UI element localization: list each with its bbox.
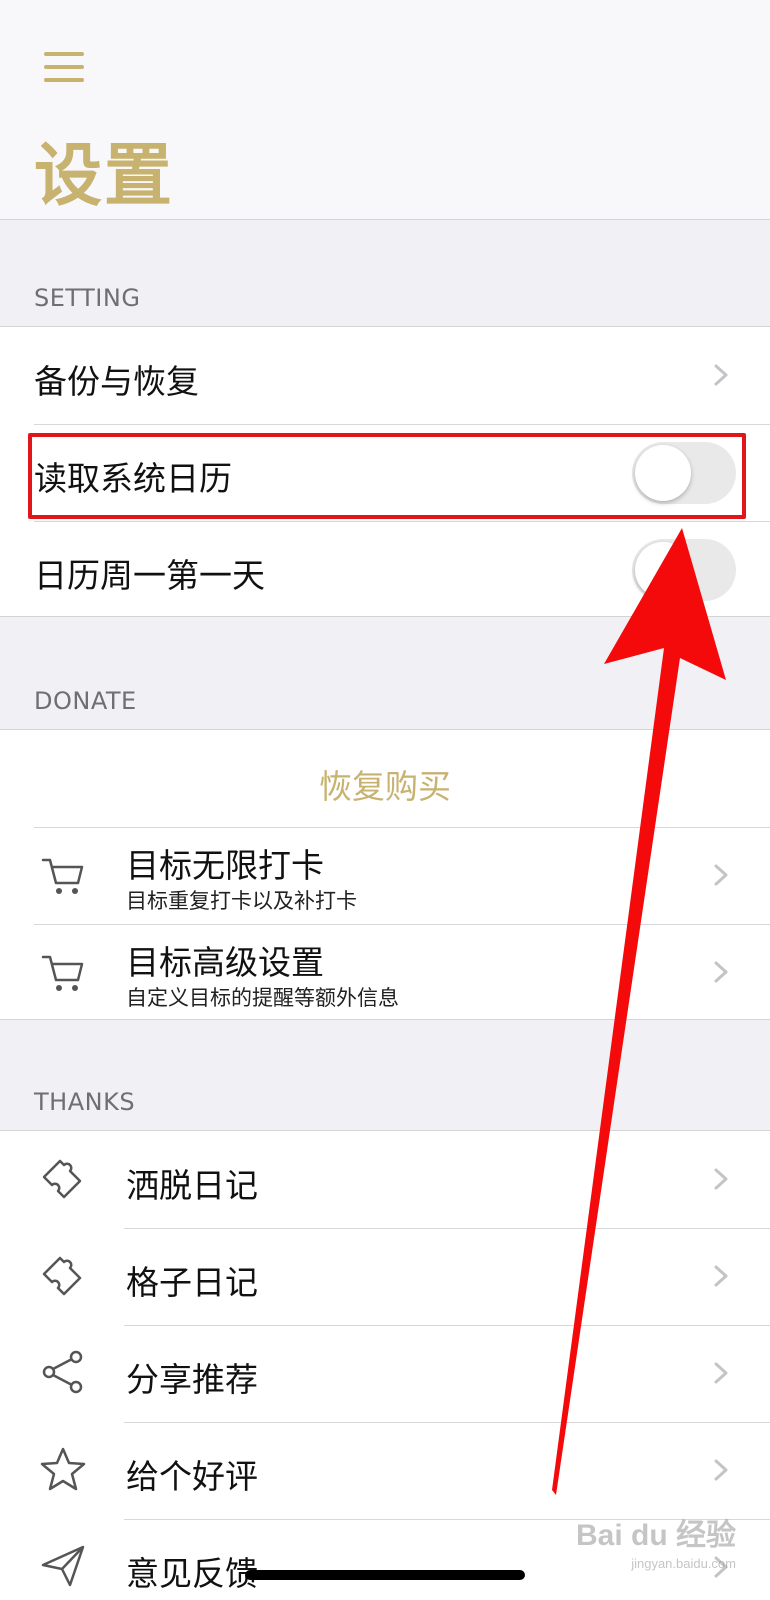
section-label-thanks: THANKS xyxy=(34,1088,136,1116)
settings-row-monday-first: 日历周一第一天 xyxy=(0,521,770,619)
settings-row-backup[interactable]: 备份与恢复 xyxy=(0,327,770,425)
star-icon xyxy=(40,1447,86,1491)
toggle-knob xyxy=(635,542,691,598)
row-title: 意见反馈 xyxy=(126,1554,258,1593)
donate-group: 恢复购买 目标无限打卡 目标重复打卡以及补打卡 目标高级设置 自定义目标的提醒等… xyxy=(0,729,770,1020)
row-title: 分享推荐 xyxy=(126,1360,258,1399)
section-label-donate: DONATE xyxy=(34,687,137,715)
baidu-watermark: Bai du 经验 jingyan.baidu.com xyxy=(576,1510,736,1580)
chevron-right-icon xyxy=(714,1265,728,1287)
row-label: 备份与恢复 xyxy=(34,362,199,401)
donate-row-unlimited-checkin[interactable]: 目标无限打卡 目标重复打卡以及补打卡 xyxy=(0,827,770,925)
chevron-right-icon xyxy=(714,1362,728,1384)
annotation-highlight-box xyxy=(28,433,746,519)
thanks-row-grid-diary[interactable]: 格子日记 xyxy=(0,1228,770,1326)
row-title: 给个好评 xyxy=(126,1457,258,1496)
page-title: 设置 xyxy=(34,137,175,216)
cart-icon xyxy=(41,858,84,894)
thanks-row-rate[interactable]: 给个好评 xyxy=(0,1422,770,1520)
row-title: 洒脱日记 xyxy=(126,1166,258,1205)
puzzle-icon xyxy=(42,1256,82,1296)
watermark-brand: Bai du 经验 xyxy=(576,1519,737,1552)
chevron-right-icon xyxy=(714,1168,728,1190)
menu-icon[interactable] xyxy=(44,52,84,82)
row-title: 格子日记 xyxy=(126,1263,258,1302)
home-indicator[interactable] xyxy=(245,1570,525,1580)
puzzle-icon xyxy=(42,1159,82,1199)
donate-row-advanced-settings[interactable]: 目标高级设置 自定义目标的提醒等额外信息 xyxy=(0,924,770,1022)
chevron-right-icon xyxy=(714,1459,728,1481)
restore-purchase-button[interactable]: 恢复购买 xyxy=(0,760,770,808)
row-subtitle: 目标重复打卡以及补打卡 xyxy=(126,889,357,913)
chevron-right-icon xyxy=(714,864,728,886)
section-label-setting: SETTING xyxy=(34,284,141,312)
row-subtitle: 自定义目标的提醒等额外信息 xyxy=(126,986,399,1010)
share-icon xyxy=(42,1350,83,1394)
cart-icon xyxy=(41,955,84,991)
row-label: 日历周一第一天 xyxy=(34,556,265,595)
thanks-row-share[interactable]: 分享推荐 xyxy=(0,1325,770,1423)
monday-first-toggle[interactable] xyxy=(632,539,736,601)
chevron-right-icon xyxy=(714,961,728,983)
row-title: 目标无限打卡 xyxy=(126,846,324,885)
thanks-row-sasa-diary[interactable]: 洒脱日记 xyxy=(0,1131,770,1229)
send-icon xyxy=(41,1545,85,1587)
restore-purchase-row[interactable]: 恢复购买 xyxy=(0,730,770,828)
watermark-url: jingyan.baidu.com xyxy=(631,1556,736,1571)
nav-header: 设置 xyxy=(0,0,770,220)
row-title: 目标高级设置 xyxy=(126,943,324,982)
chevron-right-icon xyxy=(714,364,728,386)
